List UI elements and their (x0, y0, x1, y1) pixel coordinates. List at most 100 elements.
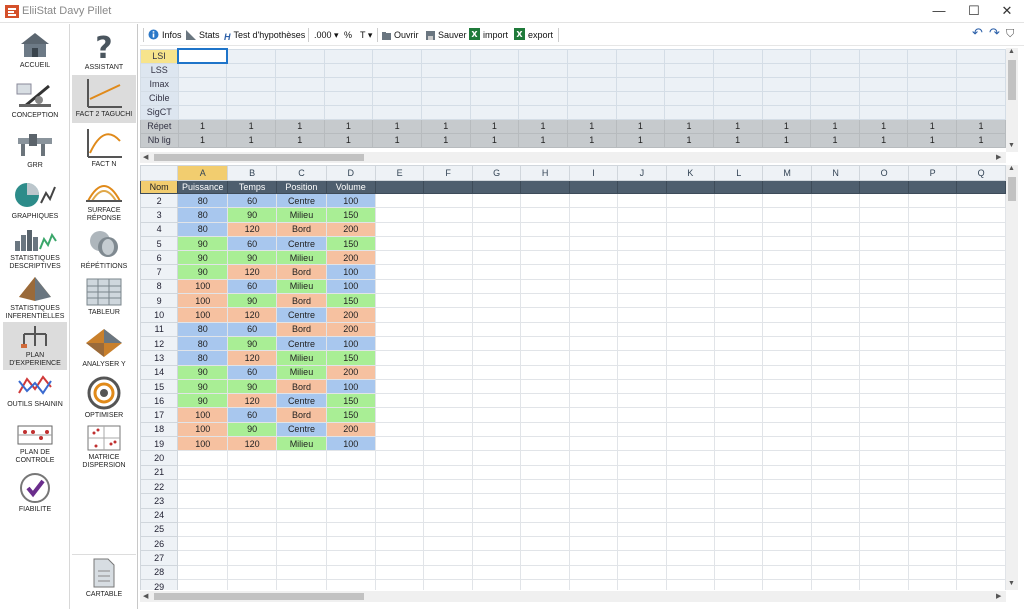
grid-cell[interactable] (374, 221, 425, 237)
grid-cell[interactable] (374, 378, 425, 395)
spec-cell[interactable]: 1 (761, 132, 812, 148)
spec-cell[interactable]: 1 (712, 118, 763, 134)
grid-cell[interactable] (956, 335, 1006, 352)
spec-cell[interactable] (615, 76, 666, 92)
spec-cell[interactable] (518, 90, 568, 106)
spec-cell[interactable] (761, 104, 812, 120)
row-header[interactable]: 26 (140, 536, 179, 552)
grid-cell[interactable]: 80 (177, 321, 229, 337)
spec-cell[interactable] (372, 104, 422, 120)
grid-cell[interactable] (665, 378, 715, 395)
grid-cell[interactable] (907, 521, 958, 538)
spec-cell[interactable]: 1 (907, 118, 958, 134)
grid-cell[interactable] (665, 579, 715, 590)
grid-cell[interactable] (665, 278, 715, 295)
scroll-thumb[interactable] (1008, 177, 1016, 201)
grid-cell[interactable] (956, 250, 1006, 266)
grid-cell[interactable] (520, 421, 570, 438)
grid-cell[interactable] (762, 264, 812, 280)
spec-cell[interactable] (226, 48, 276, 64)
grid-cell[interactable] (956, 378, 1006, 395)
grid-cell[interactable]: 90 (177, 378, 229, 395)
spec-cell[interactable] (566, 62, 617, 78)
grid-cell[interactable] (859, 564, 909, 581)
spec-cell[interactable] (226, 62, 276, 78)
grid-cell[interactable] (177, 478, 229, 495)
grid-cell[interactable] (859, 407, 909, 423)
grid-cell[interactable] (762, 307, 812, 323)
grid-cell[interactable] (423, 207, 473, 223)
grid-cell[interactable]: 150 (325, 350, 376, 366)
scroll-right-icon[interactable]: ▶ (996, 592, 1001, 600)
row-header[interactable]: 24 (140, 507, 179, 523)
row-header[interactable]: 18 (140, 421, 179, 438)
spec-cell[interactable] (615, 104, 666, 120)
nav-plan-experience[interactable]: PLAN D'EXPERIENCE (3, 322, 67, 370)
spec-cell[interactable] (858, 90, 909, 106)
grid-vertical-scrollbar[interactable]: ▲ ▼ (1006, 165, 1018, 590)
grid-cell[interactable] (617, 493, 667, 509)
grid-cell[interactable] (374, 564, 425, 581)
grid-cell[interactable] (520, 321, 570, 337)
grid-cell[interactable]: Bord (276, 221, 327, 237)
export-button[interactable]: Xexport (514, 28, 553, 42)
grid-cell[interactable] (859, 507, 909, 523)
grid-cell[interactable]: Centre (276, 335, 327, 352)
grid-cell[interactable] (665, 464, 715, 480)
grid-cell[interactable] (810, 507, 861, 523)
grid-cell[interactable]: Centre (276, 192, 327, 209)
grid-cell[interactable] (423, 192, 473, 209)
nav-graphiques[interactable]: GRAPHIQUES (3, 177, 67, 225)
grid-cell[interactable]: 80 (177, 192, 229, 209)
spec-cell[interactable]: 1 (274, 118, 325, 134)
grid-cell[interactable] (665, 407, 715, 423)
grid-cell[interactable] (762, 221, 812, 237)
spec-cell[interactable] (712, 62, 763, 78)
grid-cell[interactable] (568, 264, 619, 280)
grid-cell[interactable] (374, 536, 425, 552)
grid-cell[interactable] (907, 478, 958, 495)
grid-cell[interactable] (665, 364, 715, 380)
spec-cell[interactable] (810, 104, 860, 120)
grid-cell[interactable] (762, 521, 812, 538)
grid-cell[interactable] (956, 307, 1006, 323)
grid-cell[interactable] (762, 464, 812, 480)
column-header[interactable]: L (713, 165, 764, 181)
grid-cell[interactable] (859, 264, 909, 280)
column-header[interactable]: N (810, 165, 861, 181)
grid-cell[interactable] (907, 493, 958, 509)
grid-cell[interactable] (665, 221, 715, 237)
grid-cell[interactable] (617, 350, 667, 366)
grid-cell[interactable] (227, 521, 278, 538)
variable-name-cell[interactable] (859, 180, 909, 194)
nav-fiabilite[interactable]: FIABILITE (3, 470, 67, 518)
grid-cell[interactable] (713, 436, 764, 452)
grid-cell[interactable] (713, 464, 764, 480)
spec-cell[interactable] (469, 48, 520, 64)
save-button[interactable]: Sauver (426, 28, 467, 42)
variable-name-cell[interactable] (423, 180, 473, 194)
grid-cell[interactable] (374, 321, 425, 337)
spec-horizontal-scrollbar[interactable]: ◀ ▶ (140, 152, 1006, 163)
spec-cell[interactable]: 1 (323, 118, 374, 134)
grid-cell[interactable] (617, 450, 667, 466)
grid-cell[interactable] (859, 421, 909, 438)
variable-name-cell[interactable] (762, 180, 812, 194)
grid-cell[interactable] (177, 536, 229, 552)
grid-cell[interactable] (423, 564, 473, 581)
grid-cell[interactable] (568, 364, 619, 380)
variable-name-cell[interactable] (520, 180, 570, 194)
grid-cell[interactable] (520, 293, 570, 309)
grid-cell[interactable]: 120 (227, 350, 278, 366)
grid-cell[interactable]: 150 (325, 207, 376, 223)
grid-cell[interactable] (227, 550, 278, 566)
grid-cell[interactable] (713, 221, 764, 237)
grid-cell[interactable] (956, 478, 1006, 495)
spec-cell[interactable] (907, 62, 958, 78)
row-header[interactable]: 2 (140, 192, 179, 209)
spec-cell[interactable] (858, 48, 909, 64)
grid-cell[interactable]: Bord (276, 407, 327, 423)
grid-cell[interactable] (859, 321, 909, 337)
grid-cell[interactable] (810, 307, 861, 323)
grid-cell[interactable] (907, 564, 958, 581)
